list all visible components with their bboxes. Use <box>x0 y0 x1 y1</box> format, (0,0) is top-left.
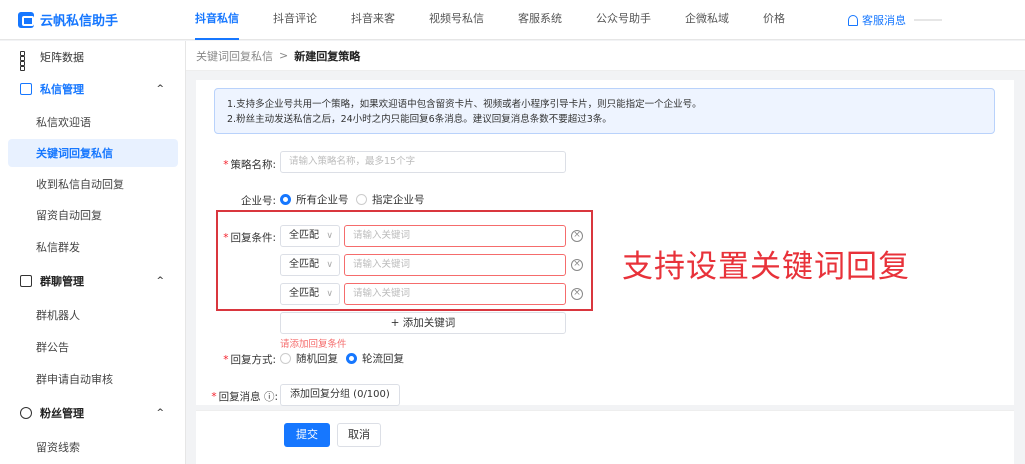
breadcrumb-separator: > <box>279 49 289 62</box>
sidebar-item-matrix[interactable]: 矩阵数据 <box>0 43 186 71</box>
required-mark: * <box>223 354 229 366</box>
notice-box: 1.支持多企业号共用一个策略，如果欢迎语中包含留资卡片、视频或者小程序引导卡片，… <box>214 88 995 134</box>
radio-unchecked-icon <box>356 194 367 205</box>
app-logo[interactable]: 云帆私信助手 <box>18 10 118 29</box>
sidebar-item-broadcast[interactable]: 私信群发 <box>0 233 186 261</box>
radio-checked-icon <box>346 353 357 364</box>
grid-icon <box>20 51 32 71</box>
nav-tab-customer-service[interactable]: 客服系统 <box>518 0 562 40</box>
sidebar: 矩阵数据 私信管理 ^ 私信欢迎语 关键词回复私信 收到私信自动回复 留资自动回… <box>0 41 186 464</box>
strategy-name-label: * 策略名称: <box>218 157 276 172</box>
messages-indicator <box>914 19 942 21</box>
account-radio-all[interactable]: 所有企业号 <box>280 192 349 207</box>
radio-label: 随机回复 <box>296 353 338 365</box>
sidebar-group-dm[interactable]: 私信管理 ^ <box>0 75 186 103</box>
message-label: * 回复消息 ⓘ: <box>210 389 278 404</box>
nav-tab-channels-dm[interactable]: 视频号私信 <box>429 0 484 40</box>
submit-button[interactable]: 提交 <box>284 423 330 447</box>
chevron-up-icon: ^ <box>156 276 164 286</box>
chat-icon <box>20 83 32 95</box>
nav-tab-pricing[interactable]: 价格 <box>763 0 785 40</box>
cancel-button[interactable]: 取消 <box>337 423 381 447</box>
condition-error: 请添加回复条件 <box>280 339 347 350</box>
required-mark: * <box>223 159 229 171</box>
sidebar-item-group-bot[interactable]: 群机器人 <box>0 301 186 329</box>
chevron-up-icon: ^ <box>156 408 164 418</box>
mode-radio-random[interactable]: 随机回复 <box>280 351 338 366</box>
form-footer: 提交 取消 <box>196 410 1014 464</box>
sidebar-group-label: 群聊管理 <box>40 275 84 288</box>
add-keyword-button[interactable]: + 添加关键词 <box>280 312 566 334</box>
mode-label: * 回复方式: <box>218 352 276 367</box>
sidebar-item-welcome[interactable]: 私信欢迎语 <box>0 108 186 136</box>
nav-tab-wecom[interactable]: 企微私域 <box>685 0 729 40</box>
chevron-up-icon: ^ <box>156 84 164 94</box>
logo-icon <box>18 11 34 28</box>
label-text: 回复消息 ⓘ: <box>218 391 278 403</box>
sidebar-group-label: 私信管理 <box>40 83 84 96</box>
breadcrumb: 关键词回复私信 > 新建回复策略 <box>186 41 1025 71</box>
sidebar-group-fans[interactable]: 粉丝管理 ^ <box>0 399 186 427</box>
nav-tab-douyin-dm[interactable]: 抖音私信 <box>195 0 239 40</box>
radio-label: 轮流回复 <box>362 353 404 365</box>
nav-tab-douyin-comment[interactable]: 抖音评论 <box>273 0 317 40</box>
label-text: 回复方式: <box>230 354 276 366</box>
nav-tab-douyin-laike[interactable]: 抖音来客 <box>351 0 395 40</box>
annotation-text: 支持设置关键词回复 <box>622 249 910 285</box>
account-radio-specific[interactable]: 指定企业号 <box>356 192 425 207</box>
sidebar-group-label: 粉丝管理 <box>40 407 84 420</box>
strategy-name-input[interactable]: 请输入策略名称，最多15个字 <box>280 151 566 173</box>
top-bar: 云帆私信助手 抖音私信 抖音评论 抖音来客 视频号私信 客服系统 公众号助手 企… <box>0 0 1025 40</box>
notice-line-1: 1.支持多企业号共用一个策略，如果欢迎语中包含留资卡片、视频或者小程序引导卡片，… <box>227 99 702 110</box>
account-label: 企业号: <box>240 195 276 207</box>
sidebar-item-group-notice[interactable]: 群公告 <box>0 333 186 361</box>
sidebar-item-auto-reply[interactable]: 收到私信自动回复 <box>0 170 186 198</box>
highlight-box <box>216 210 593 311</box>
notice-line-2: 2.粉丝主动发送私信之后，24小时之内只能回复6条消息。建议回复消息条数不要超过… <box>227 114 612 125</box>
sidebar-group-group-chat[interactable]: 群聊管理 ^ <box>0 267 186 295</box>
top-nav: 抖音私信 抖音评论 抖音来客 视频号私信 客服系统 公众号助手 企微私域 价格 <box>195 0 819 40</box>
radio-checked-icon <box>280 194 291 205</box>
radio-label: 指定企业号 <box>372 194 425 206</box>
bell-icon <box>848 14 858 26</box>
sidebar-item-keyword-reply[interactable]: 关键词回复私信 <box>8 139 178 167</box>
add-reply-group-button[interactable]: 添加回复分组 (0/100) <box>280 384 400 406</box>
nav-tab-official-account[interactable]: 公众号助手 <box>596 0 651 40</box>
required-mark: * <box>211 391 217 403</box>
messages-label: 客服消息 <box>862 14 906 27</box>
sidebar-item-leads[interactable]: 留资线索 <box>0 433 186 461</box>
radio-label: 所有企业号 <box>296 194 349 206</box>
label-text: 策略名称: <box>230 159 276 171</box>
radio-unchecked-icon <box>280 353 291 364</box>
sidebar-item-lead-reply[interactable]: 留资自动回复 <box>0 201 186 229</box>
group-chat-icon <box>20 275 32 287</box>
sidebar-item-group-approval[interactable]: 群申请自动审核 <box>0 365 186 393</box>
fans-icon <box>20 407 32 419</box>
breadcrumb-current: 新建回复策略 <box>294 49 361 63</box>
mode-radio-round-robin[interactable]: 轮流回复 <box>346 351 404 366</box>
sidebar-item-label: 矩阵数据 <box>40 51 84 64</box>
breadcrumb-parent[interactable]: 关键词回复私信 <box>196 48 273 64</box>
app-title: 云帆私信助手 <box>40 14 119 29</box>
customer-messages[interactable]: 客服消息 <box>848 12 942 28</box>
